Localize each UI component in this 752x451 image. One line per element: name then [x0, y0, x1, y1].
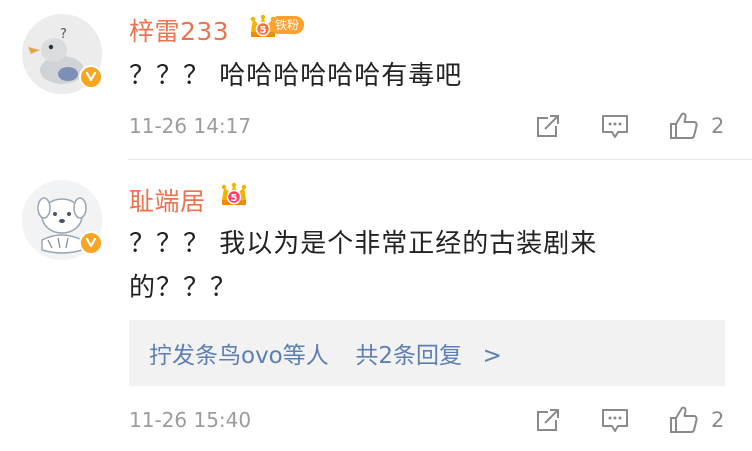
replies-box[interactable]: 拧发条鸟ovo等人 共2条回复 > — [129, 320, 725, 386]
chevron-right-icon: > — [482, 343, 502, 369]
comment-text: ？？？ 哈哈哈哈哈哈有毒吧 — [129, 61, 463, 91]
username[interactable]: 耻端居 — [129, 182, 206, 218]
svg-text:?: ? — [60, 27, 67, 42]
comment-item: 耻端居 5 ？？？ 我以为是个非常正经的古装剧来 的？？？ 11-26 15:4… — [0, 160, 752, 451]
comment-icon[interactable] — [600, 112, 630, 144]
username[interactable]: 梓雷233 — [129, 12, 229, 48]
replies-link[interactable]: 拧发条鸟ovo等人 共2条回复 > — [149, 336, 502, 370]
comment-item: ? 梓雷233 5 铁粉 ？？？ 哈哈哈哈哈哈有毒吧 11-26 14:17 2 — [0, 0, 752, 160]
like-icon[interactable] — [668, 404, 700, 440]
fan-tag: 铁粉 — [270, 16, 305, 34]
badge-level: 5 — [231, 193, 238, 204]
badge-level: 5 — [260, 25, 267, 36]
comment-text-line2: 的？？？ — [129, 273, 238, 303]
comment-text-line1: ？？？ 我以为是个非常正经的古装剧来 — [129, 229, 598, 259]
like-icon[interactable] — [668, 110, 700, 146]
share-icon[interactable] — [534, 112, 562, 144]
timestamp: 11-26 14:17 — [129, 114, 252, 138]
verified-badge-icon — [79, 65, 103, 89]
replies-summary: 共2条回复 — [355, 343, 463, 369]
comment-icon[interactable] — [600, 406, 630, 438]
like-count: 2 — [711, 408, 725, 432]
avatar[interactable]: ? — [22, 14, 103, 94]
share-icon[interactable] — [534, 406, 562, 438]
avatar[interactable] — [22, 180, 103, 260]
timestamp: 11-26 15:40 — [129, 408, 252, 432]
verified-badge-icon — [79, 231, 103, 255]
replies-names: 拧发条鸟ovo等人 — [149, 343, 329, 369]
like-count: 2 — [711, 114, 725, 138]
crown-badge-icon: 5 — [219, 180, 249, 208]
